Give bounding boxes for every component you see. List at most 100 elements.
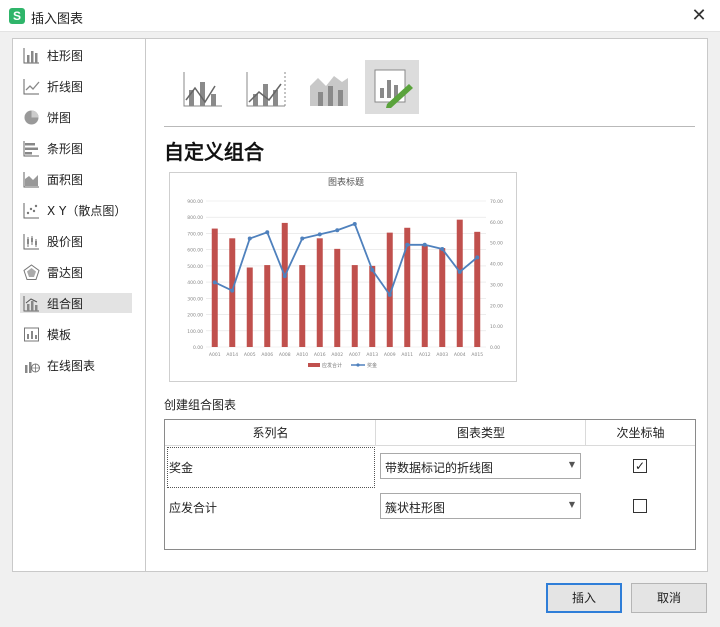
y-tick-label-primary: 700.00 xyxy=(187,231,203,237)
series-name-bonus: 奖金 xyxy=(169,461,194,475)
series-name-cell-focused[interactable] xyxy=(167,447,375,488)
line-chart-icon xyxy=(23,78,40,94)
select-value: 带数据标记的折线图 xyxy=(385,461,494,475)
section-divider xyxy=(164,126,695,127)
bar xyxy=(334,248,341,347)
bar xyxy=(316,238,323,347)
sidebar-item-stock[interactable]: 股价图 xyxy=(20,231,132,251)
bar xyxy=(474,231,481,347)
line-marker xyxy=(265,230,270,235)
combo-type-custom[interactable] xyxy=(365,60,419,114)
select-value: 簇状柱形图 xyxy=(385,501,446,515)
chart-type-select-total-pay[interactable]: 簇状柱形图 ▼ xyxy=(380,493,581,519)
secondary-axis-checkbox-total-pay[interactable] xyxy=(633,499,647,513)
stock-chart-icon xyxy=(23,233,39,249)
sidebar-item-line[interactable]: 折线图 xyxy=(20,76,132,96)
line-marker xyxy=(335,228,340,233)
secondary-axis-checkbox-bonus[interactable]: ✓ xyxy=(633,459,647,473)
legend-label-bar: 应发合计 xyxy=(322,362,342,369)
sidebar-item-online[interactable]: 在线图表 xyxy=(20,355,132,375)
chart-category-list: 柱形图 折线图 饼图 条形图 面积图 X Y（散点图） 股价图 雷达图 组合图 … xyxy=(12,38,146,572)
combo-type-area-column[interactable] xyxy=(302,60,356,114)
y-tick-label-primary: 100.00 xyxy=(187,329,203,335)
create-combo-label: 创建组合图表 xyxy=(164,398,237,412)
sidebar-item-pie[interactable]: 饼图 xyxy=(20,107,132,127)
y-tick-label-secondary: 70.00 xyxy=(490,199,503,205)
bar xyxy=(264,265,271,347)
column-chart-icon xyxy=(23,47,39,63)
bar xyxy=(246,267,253,347)
pie-chart-icon xyxy=(24,110,39,124)
chevron-down-icon: ▼ xyxy=(568,460,575,469)
sidebar-item-label: 面积图 xyxy=(47,172,84,187)
y-tick-label-primary: 0.00 xyxy=(193,345,203,351)
line-marker xyxy=(300,236,305,241)
close-button[interactable]: ✕ xyxy=(688,5,710,27)
line-marker xyxy=(440,246,445,251)
sidebar-item-label: 在线图表 xyxy=(47,358,96,373)
sidebar-item-bar[interactable]: 条形图 xyxy=(20,138,132,158)
window-title: 插入图表 xyxy=(31,12,84,27)
sidebar-item-label: 条形图 xyxy=(47,141,84,156)
x-tick-label: A012 xyxy=(419,352,431,358)
y-tick-label-primary: 400.00 xyxy=(187,280,203,286)
sidebar-item-scatter[interactable]: X Y（散点图） xyxy=(20,200,132,220)
bar xyxy=(421,245,428,347)
legend-swatch-bar xyxy=(308,363,320,367)
x-tick-label: A007 xyxy=(349,352,361,358)
y-tick-label-secondary: 60.00 xyxy=(490,220,503,226)
x-tick-label: A010 xyxy=(296,352,308,358)
y-tick-label-secondary: 30.00 xyxy=(490,282,503,288)
y-tick-label-secondary: 40.00 xyxy=(490,262,503,268)
x-tick-label: A011 xyxy=(401,352,413,358)
line-marker xyxy=(370,267,375,272)
y-tick-label-secondary: 50.00 xyxy=(490,241,503,247)
section-title: 自定义组合 xyxy=(164,140,264,164)
legend-label-line: 奖金 xyxy=(367,362,377,369)
header-secondary-axis: 次坐标轴 xyxy=(586,420,695,446)
stacked-area-column-icon xyxy=(310,76,348,106)
custom-combo-icon xyxy=(374,69,413,108)
sidebar-item-template[interactable]: 模板 xyxy=(20,324,132,344)
close-icon: ✕ xyxy=(691,5,707,26)
bar xyxy=(456,219,463,347)
insert-button[interactable]: 插入 xyxy=(546,583,622,613)
sidebar-item-column[interactable]: 柱形图 xyxy=(20,45,132,65)
cancel-button[interactable]: 取消 xyxy=(631,583,707,613)
area-chart-icon xyxy=(23,171,39,187)
chart-title: 图表标题 xyxy=(328,176,364,188)
chevron-down-icon: ▼ xyxy=(568,500,575,509)
combo-chart-svg: 图表标题 0.00 100.00 200.00 300.00 400.00 500.00 60… xyxy=(187,176,503,369)
sidebar-item-label: 雷达图 xyxy=(47,265,84,280)
y-tick-label-secondary: 0.00 xyxy=(490,345,500,351)
main-panel: 自定义组合 图表标题 0.00 100.00 200.00 300.00 400.00 50… xyxy=(146,38,708,572)
y-tick-label-primary: 200.00 xyxy=(187,313,203,319)
sidebar-item-combo[interactable]: 组合图 xyxy=(20,293,132,313)
sidebar-item-label: 股价图 xyxy=(47,234,84,249)
x-tick-label: A016 xyxy=(314,352,326,358)
sidebar-item-area[interactable]: 面积图 xyxy=(20,169,132,189)
x-tick-label: A002 xyxy=(331,352,343,358)
legend-marker-line xyxy=(356,363,360,367)
bar xyxy=(439,248,446,347)
x-tick-label: A015 xyxy=(471,352,483,358)
chart-preview: 图表标题 0.00 100.00 200.00 300.00 400.00 500.00 60… xyxy=(169,172,517,382)
bar xyxy=(369,265,376,347)
combo-type-column-line-secondary[interactable] xyxy=(239,60,293,114)
sidebar-item-label: 柱形图 xyxy=(47,48,84,63)
series-config-table: 系列名 图表类型 次坐标轴 奖金 带数据标记的折线图 ▼ ✓ 应发合计 簇状柱形… xyxy=(164,419,696,550)
y-tick-label-secondary: 20.00 xyxy=(490,303,503,309)
y-tick-label-primary: 500.00 xyxy=(187,264,203,270)
combo-type-column-line[interactable] xyxy=(176,60,230,114)
series-name-total-pay: 应发合计 xyxy=(169,501,218,515)
clustered-column-line-icon xyxy=(183,72,222,107)
title-bar: S 插入图表 ✕ xyxy=(0,0,720,32)
sidebar-item-label: 饼图 xyxy=(47,110,72,125)
x-tick-label: A014 xyxy=(226,352,238,358)
app-icon: S xyxy=(9,8,25,24)
chart-type-select-bonus[interactable]: 带数据标记的折线图 ▼ xyxy=(380,453,581,479)
sidebar-item-label: 模板 xyxy=(47,327,72,342)
header-series-name: 系列名 xyxy=(165,420,376,446)
sidebar-item-label: 折线图 xyxy=(47,79,84,94)
sidebar-item-radar[interactable]: 雷达图 xyxy=(20,262,132,282)
